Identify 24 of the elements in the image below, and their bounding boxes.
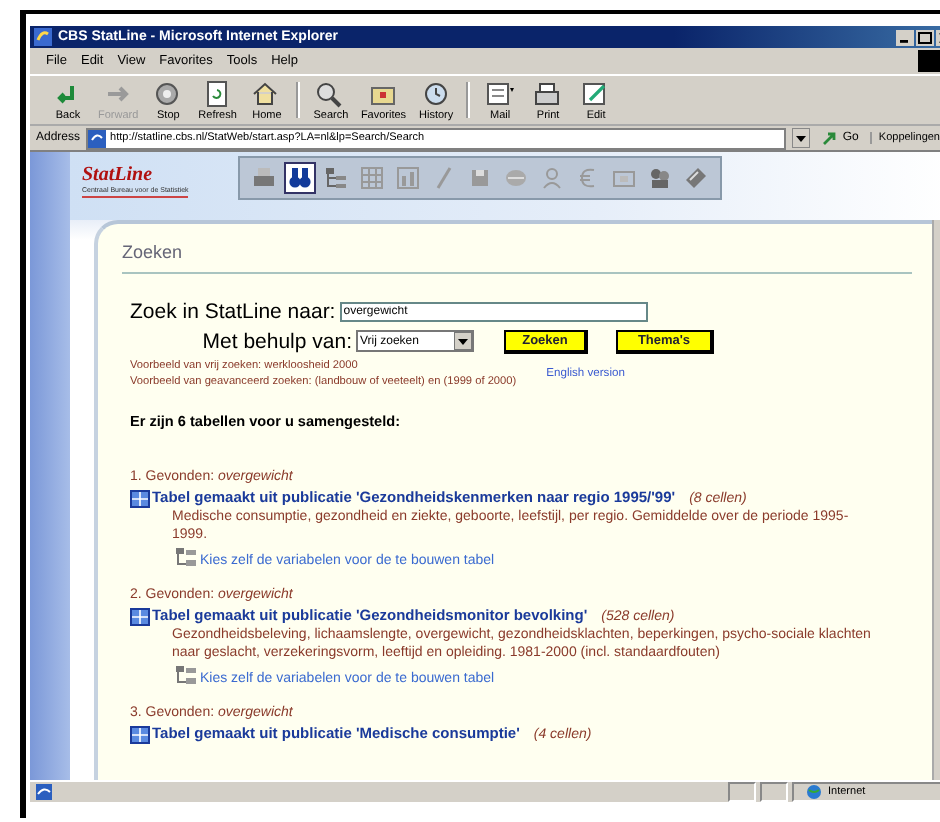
chart-icon[interactable] <box>392 162 425 194</box>
maximize-button[interactable] <box>916 29 934 45</box>
tree-icon <box>174 666 198 686</box>
dropdown-arrow-icon <box>454 332 472 350</box>
binoculars-icon[interactable] <box>284 162 317 194</box>
browser-logo-icon <box>34 28 52 46</box>
mail-icon <box>484 79 517 107</box>
table-icon <box>130 489 150 507</box>
status-cell <box>728 782 756 802</box>
tree-icon <box>174 548 198 568</box>
logo-text: StatLine <box>82 166 155 186</box>
status-cell <box>760 782 788 802</box>
printer-icon <box>532 79 565 107</box>
method-label: Met behulp van: <box>200 329 352 353</box>
dropdown-button[interactable] <box>792 128 811 148</box>
table-icon <box>130 725 150 743</box>
clock-icon <box>420 79 453 107</box>
table-icon <box>130 607 150 625</box>
minimize-button[interactable] <box>896 29 914 45</box>
search-label: Zoek in StatLine naar: <box>130 299 336 323</box>
page-heading: Zoeken <box>122 240 185 264</box>
search-icon <box>314 79 347 107</box>
arrow-icon <box>822 130 839 146</box>
table-icon[interactable] <box>356 162 389 194</box>
